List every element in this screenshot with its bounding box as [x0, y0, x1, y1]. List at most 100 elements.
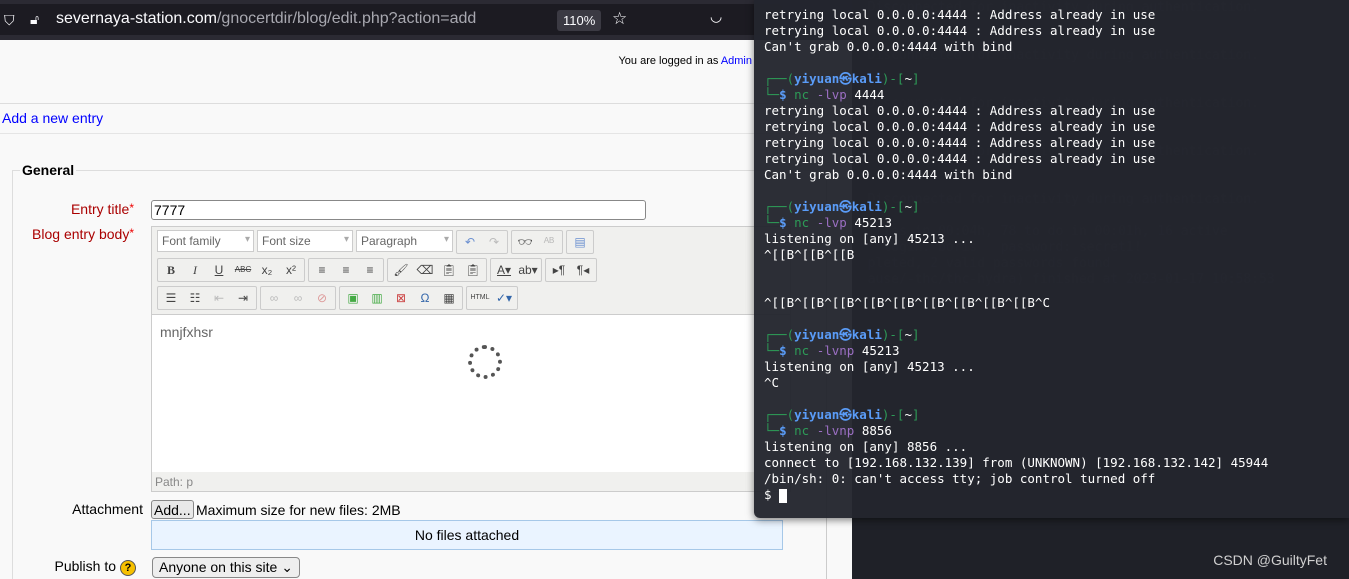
pocket-icon[interactable]: ◡ — [710, 8, 722, 25]
equation-icon[interactable]: ⊠ — [390, 288, 412, 308]
prompt-bracket: ┌──( — [764, 407, 795, 422]
publish-label: Publish to? — [55, 558, 136, 576]
paste-text-icon[interactable]: 📋︎ — [438, 260, 460, 280]
zoom-level-button[interactable]: 110% — [557, 10, 602, 31]
fieldset-legend: General — [20, 162, 77, 178]
command-arg: 45213 — [861, 343, 900, 358]
watermark: CSDN @GuiltyFet — [1213, 552, 1327, 568]
editor-text: mnjfxhsr — [160, 324, 213, 340]
terminal-output-line: ^[[B^[[B^[[B^[[B^[[B^[[B^[[B^[[B^[[B^C — [764, 295, 1050, 310]
url-text[interactable]: severnaya-station.com/gnocertdir/blog/ed… — [56, 10, 476, 28]
bullet-list-icon[interactable]: ☰ — [160, 288, 182, 308]
prompt-bracket: ] — [911, 199, 920, 214]
address-bar[interactable]: ⛉ 🔓︎ severnaya-station.com/gnocertdir/bl… — [0, 4, 782, 35]
prompt-dollar: $ — [779, 215, 795, 230]
align-left-icon[interactable]: ≡ — [311, 260, 333, 280]
prompt-bracket: ] — [911, 71, 920, 86]
file-drop-area[interactable]: No files attached — [151, 520, 783, 550]
editor-content-area[interactable]: mnjfxhsr — [152, 314, 790, 472]
prompt-bracket: )-[ — [881, 71, 905, 86]
paste-word-icon[interactable]: 📋︎ — [462, 260, 484, 280]
terminal-command: └─$ nc -lvnp 45213 — [764, 343, 1349, 359]
command-arg: 4444 — [854, 87, 885, 102]
media-icon[interactable]: ▥ — [366, 288, 388, 308]
add-file-button[interactable]: Add... — [151, 500, 194, 519]
terminal-prompt: ┌──(yiyuan㉿kali)-[~] — [764, 327, 1349, 343]
image-icon[interactable]: ▣ — [342, 288, 364, 308]
fullscreen-icon[interactable]: ▤ — [569, 232, 591, 252]
command-flag: -lvp — [816, 87, 855, 102]
eraser-icon[interactable]: ⌫ — [414, 260, 436, 280]
link-icon[interactable]: ∞ — [263, 288, 285, 308]
text-color-icon[interactable]: A▾ — [493, 260, 515, 280]
prompt-user-host: yiyuan㉿kali — [794, 407, 882, 422]
chevron-down-icon: ⌄ — [281, 559, 293, 575]
align-center-icon[interactable]: ≡ — [335, 260, 357, 280]
prompt-bracket: ┌──( — [764, 199, 795, 214]
font-family-select[interactable]: Font family — [157, 230, 254, 252]
numbered-list-icon[interactable]: ☷ — [184, 288, 206, 308]
terminal-output-line: retrying local 0.0.0.0:4444 : Address al… — [764, 119, 1156, 134]
font-size-select[interactable]: Font size — [257, 230, 353, 252]
format-select[interactable]: Paragraph — [356, 230, 453, 252]
browser-window: ⛉ 🔓︎ severnaya-station.com/gnocertdir/bl… — [0, 0, 852, 579]
italic-icon[interactable]: I — [184, 260, 206, 280]
insecure-lock-icon[interactable]: 🔓︎ — [30, 11, 39, 28]
bookmark-star-icon[interactable]: ☆ — [612, 9, 627, 29]
terminal-output-line: retrying local 0.0.0.0:4444 : Address al… — [764, 7, 1156, 22]
loading-spinner-icon — [468, 345, 502, 379]
entry-title-label: Entry title* — [71, 201, 134, 217]
rtl-icon[interactable]: ¶◂ — [572, 260, 594, 280]
superscript-icon[interactable]: x² — [280, 260, 302, 280]
max-size-note: Maximum size for new files: 2MB — [196, 502, 401, 518]
strikethrough-icon[interactable]: ABC — [232, 260, 254, 280]
publish-value: Anyone on this site — [159, 559, 278, 575]
subscript-icon[interactable]: x₂ — [256, 260, 278, 280]
prompt-bracket: )-[ — [881, 327, 905, 342]
publish-select[interactable]: Anyone on this site ⌄ — [152, 557, 300, 578]
clean-up-icon[interactable]: 🖌︎ — [390, 260, 412, 280]
command-flag: -lvnp — [816, 423, 862, 438]
shield-icon[interactable]: ⛉ — [4, 12, 15, 29]
find-icon[interactable]: 👓︎ — [514, 232, 536, 252]
help-icon[interactable]: ? — [120, 560, 136, 576]
terminal-window[interactable]: retrying local 0.0.0.0:4444 : Address al… — [754, 0, 1349, 518]
prompt-bracket: └─ — [764, 87, 780, 102]
redo-icon[interactable]: ↷ — [483, 232, 505, 252]
command-flag: -lvnp — [816, 343, 862, 358]
entry-title-input[interactable]: 7777 — [151, 200, 646, 220]
prompt-user-host: yiyuan㉿kali — [794, 71, 882, 86]
replace-icon[interactable]: ᴬᴮ — [538, 232, 560, 252]
html-icon[interactable]: HTML — [469, 288, 491, 308]
prompt-bracket: ] — [911, 327, 920, 342]
terminal-output-line: retrying local 0.0.0.0:4444 : Address al… — [764, 135, 1156, 150]
ltr-icon[interactable]: ▸¶ — [548, 260, 570, 280]
command-name: nc — [794, 343, 817, 358]
table-icon[interactable]: ▦ — [438, 288, 460, 308]
add-entry-heading[interactable]: Add a new entry — [2, 110, 103, 126]
highlight-color-icon[interactable]: ab▾ — [517, 260, 539, 280]
prompt-bracket: └─ — [764, 423, 780, 438]
underline-icon[interactable]: U — [208, 260, 230, 280]
prompt-bracket: ] — [911, 407, 920, 422]
bold-icon[interactable]: B — [160, 260, 182, 280]
prompt-bracket: )-[ — [881, 199, 905, 214]
unlink-icon[interactable]: ∞ — [287, 288, 309, 308]
special-char-icon[interactable]: Ω — [414, 288, 436, 308]
divider — [0, 133, 852, 134]
indent-icon[interactable]: ⇥ — [232, 288, 254, 308]
nolink-icon[interactable]: ⊘ — [311, 288, 333, 308]
command-flag: -lvp — [816, 215, 855, 230]
prompt-user-host: yiyuan㉿kali — [794, 199, 882, 214]
align-right-icon[interactable]: ≡ — [359, 260, 381, 280]
user-link[interactable]: Admin — [721, 55, 752, 67]
terminal-command: └─$ nc -lvnp 8856 — [764, 423, 1349, 439]
outdent-icon[interactable]: ⇤ — [208, 288, 230, 308]
undo-icon[interactable]: ↶ — [459, 232, 481, 252]
terminal-output-line: listening on [any] 8856 ... — [764, 439, 968, 454]
spellcheck-icon[interactable]: ✓▾ — [493, 288, 515, 308]
